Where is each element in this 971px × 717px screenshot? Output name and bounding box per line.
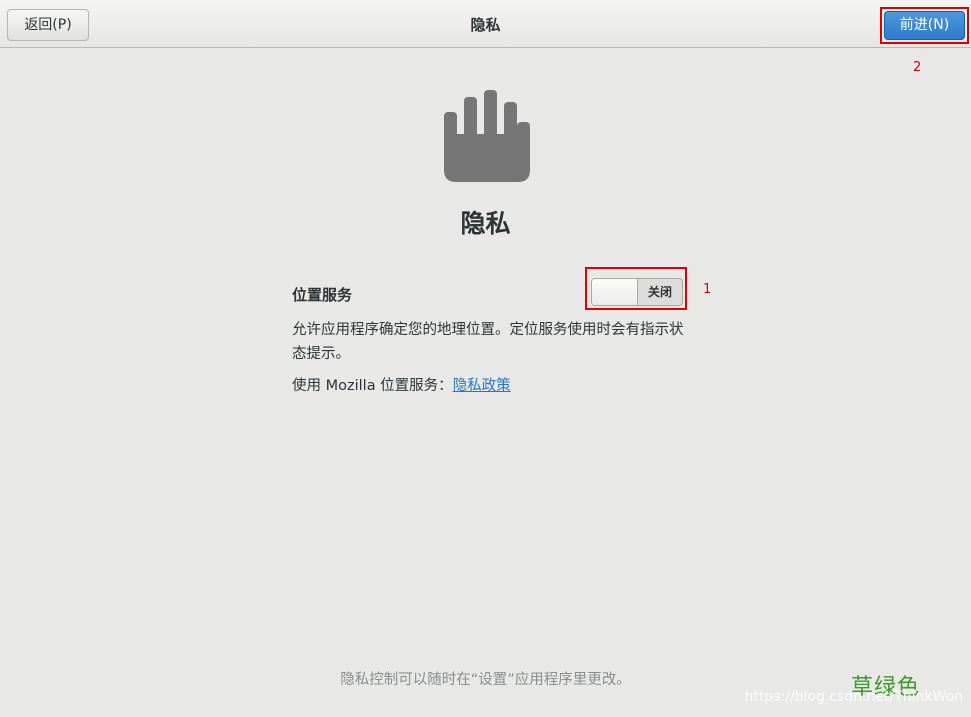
- watermark-url: https://blog.csdn.net/ThinkWon: [744, 689, 963, 705]
- next-button[interactable]: 前进(N): [884, 11, 965, 40]
- location-services-description: 允许应用程序确定您的地理位置。定位服务使用时会有指示状态提示。: [292, 322, 684, 362]
- mozilla-policy-line: 使用 Mozilla 位置服务：隐私政策: [292, 374, 511, 395]
- annotation-number-1: 1: [703, 282, 712, 297]
- page-heading: 隐私: [460, 209, 511, 238]
- location-services-label: 位置服务: [292, 286, 353, 304]
- switch-state-label: 关闭: [647, 285, 672, 299]
- hand-stop-icon: [444, 90, 530, 182]
- switch-knob[interactable]: [592, 279, 638, 305]
- annotation-number-2: 2: [913, 60, 922, 75]
- header-bar: 返回(P) 隐私: [0, 0, 971, 48]
- mozilla-prefix-text: 使用 Mozilla 位置服务：: [292, 378, 453, 394]
- footer-note: 隐私控制可以随时在“设置”应用程序里更改。: [340, 672, 631, 688]
- location-services-switch[interactable]: 关闭: [591, 278, 683, 306]
- privacy-policy-link[interactable]: 隐私政策: [453, 378, 511, 394]
- window-title: 隐私: [470, 16, 501, 34]
